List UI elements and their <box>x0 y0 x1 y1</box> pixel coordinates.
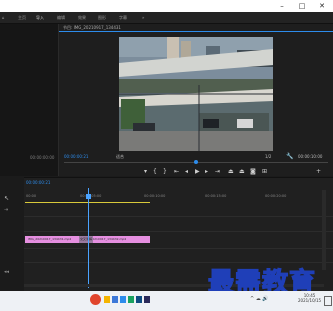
minimize-icon[interactable]: – <box>276 1 288 11</box>
go-to-in-icon[interactable]: ⇤ <box>174 168 179 176</box>
premiere-app-icon[interactable] <box>144 296 150 303</box>
button-editor-icon[interactable]: ⊞ <box>262 168 267 176</box>
ruler-label: 00:00:20:00 <box>265 194 287 198</box>
extract-icon[interactable]: ⏏ <box>239 168 245 176</box>
lift-icon[interactable]: ⏏ <box>228 168 234 176</box>
app-icon-blue[interactable] <box>112 296 118 303</box>
program-total-timecode: 00:00:10:00 <box>298 154 323 159</box>
mark-out-icon[interactable]: } <box>163 168 167 176</box>
add-marker-icon[interactable]: ▾ <box>144 168 147 176</box>
menu-item-captions[interactable]: 字幕 <box>119 12 127 23</box>
resolution-dropdown[interactable]: 1/2 <box>265 154 271 160</box>
source-timecode: 00:00:00:00 <box>30 155 55 160</box>
program-video-frame <box>119 37 273 151</box>
ruler-label: 00:00 <box>26 194 37 198</box>
selection-tool-icon[interactable]: ↖ <box>4 195 9 202</box>
app-icon-red[interactable] <box>90 294 101 305</box>
play-icon[interactable]: ▶ <box>195 168 200 176</box>
app-icon-green[interactable] <box>128 296 134 303</box>
ruler-label: 00:00:10:00 <box>144 194 166 198</box>
program-current-timecode[interactable]: 00:00:00:21 <box>64 154 88 160</box>
timeline-clip[interactable]: IMG_20210917_134431.mp4 <box>25 236 79 243</box>
transition-label: 交叉溶解 <box>79 237 92 241</box>
menu-item-effects[interactable]: 效果 <box>78 12 86 23</box>
clock-date: 2021/10/15 <box>298 298 322 303</box>
source-monitor-panel: 00:00:00:00 <box>0 24 59 176</box>
window-titlebar: – □ ✕ <box>0 0 333 12</box>
folder-icon[interactable] <box>104 296 110 303</box>
tray-icons[interactable]: ^ ☁ 🔊 <box>250 296 269 302</box>
fit-dropdown[interactable]: 适合 <box>116 154 124 160</box>
step-back-icon[interactable]: ◂ <box>185 168 188 176</box>
track-divider <box>24 231 333 232</box>
track-divider <box>24 248 333 249</box>
go-to-out-icon[interactable]: ⇥ <box>215 168 220 176</box>
export-frame-icon[interactable]: ◙ <box>250 168 256 176</box>
notification-icon[interactable] <box>324 296 332 306</box>
timeline-playhead[interactable] <box>88 188 89 288</box>
timeline-timecode[interactable]: 00:00:00:21 <box>26 180 50 186</box>
timeline-vertical-scrollbar[interactable] <box>322 190 326 270</box>
ruler-label: 00:00:15:00 <box>205 194 227 198</box>
menu-item-import[interactable]: 导入 <box>36 12 44 23</box>
menu-item-graphics[interactable]: 图形 <box>98 12 106 23</box>
timeline-track-headers: ↖ ⇥ ◂◂ <box>0 177 24 293</box>
menu-item-home[interactable]: 主页 <box>18 12 26 23</box>
home-icon[interactable]: ⌂ <box>2 12 5 23</box>
program-playhead-marker[interactable] <box>194 160 198 164</box>
track-lock-icon[interactable]: ◂◂ <box>4 269 9 275</box>
close-icon[interactable]: ✕ <box>316 1 328 11</box>
windows-taskbar: ^ ☁ 🔊 10:45 2021/10/15 <box>0 291 333 311</box>
maximize-icon[interactable]: □ <box>296 1 308 11</box>
mark-in-icon[interactable]: { <box>153 168 157 176</box>
app-icon-blue-2[interactable] <box>120 296 126 303</box>
track-select-icon[interactable]: ⇥ <box>4 207 8 213</box>
transition-block[interactable]: 交叉溶解 <box>79 236 93 243</box>
app-icon-dark[interactable] <box>136 296 142 303</box>
step-forward-icon[interactable]: ▸ <box>205 168 208 176</box>
settings-wrench-icon[interactable]: 🔧 <box>286 153 293 160</box>
clock[interactable]: 10:45 2021/10/15 <box>298 293 321 303</box>
video-frame-image <box>119 37 273 151</box>
add-button-icon[interactable]: + <box>316 168 321 176</box>
playhead-handle[interactable] <box>86 194 91 199</box>
clip-label: IMG_20210917_134431.mp4 <box>28 237 72 241</box>
more-icon[interactable]: » <box>142 12 144 23</box>
panel-active-underline <box>59 31 333 32</box>
workspace-menubar: ⌂ 主页 导入 编辑 效果 图形 字幕 » <box>0 12 333 24</box>
track-divider <box>24 216 333 217</box>
menu-item-edit[interactable]: 编辑 <box>57 12 65 23</box>
